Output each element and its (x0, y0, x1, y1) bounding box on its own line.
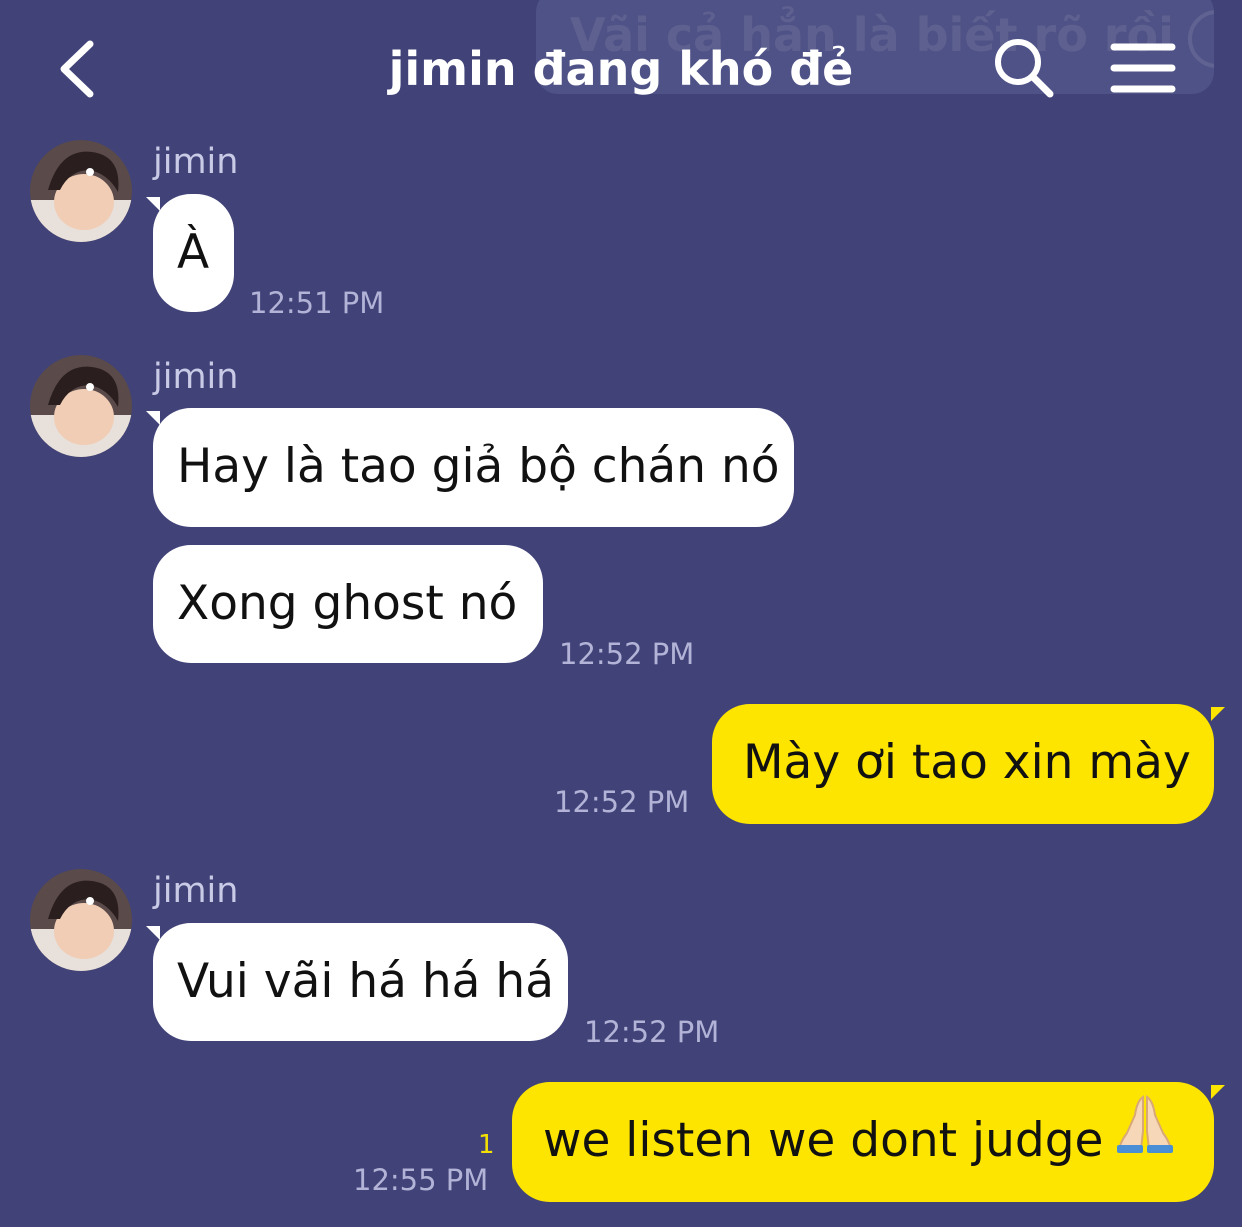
folded-hands-icon (1113, 1081, 1177, 1199)
search-button[interactable] (990, 34, 1056, 100)
message-timestamp: 12:55 PM (353, 1163, 489, 1197)
message-timestamp: 12:52 PM (584, 1015, 720, 1049)
bubble-tail (146, 197, 160, 211)
sender-name: jimin (153, 142, 239, 182)
message-bubble[interactable]: Hay là tao giả bộ chán nó (153, 408, 794, 527)
sender-name: jimin (153, 357, 239, 397)
menu-button[interactable] (1108, 38, 1178, 98)
message-timestamp: 12:51 PM (249, 286, 385, 320)
sender-name: jimin (153, 871, 239, 911)
bubble-tail (146, 411, 160, 425)
message-bubble[interactable]: Xong ghost nó (153, 545, 543, 663)
message-text: we listen we dont judge (543, 1113, 1104, 1168)
chat-screen: Vãi cả hẳn là biết rõ rồi jimin đang khó… (0, 0, 1242, 1227)
unread-count: 1 (478, 1130, 495, 1160)
bubble-tail (1211, 1085, 1225, 1099)
bubble-tail (146, 926, 160, 940)
avatar-photo (30, 140, 132, 242)
message-bubble[interactable]: À (153, 194, 234, 312)
message-timestamp: 12:52 PM (554, 785, 690, 819)
message-bubble[interactable]: Mày ơi tao xin mày (712, 704, 1214, 824)
hamburger-menu-icon (1110, 43, 1176, 93)
avatar[interactable] (30, 869, 132, 971)
avatar-photo (30, 355, 132, 457)
search-icon (995, 39, 1054, 98)
avatar-photo (30, 869, 132, 971)
message-bubble[interactable]: Vui vãi há há há (153, 923, 568, 1041)
message-bubble[interactable]: we listen we dont judge (512, 1082, 1214, 1202)
message-timestamp: 12:52 PM (559, 637, 695, 671)
avatar[interactable] (30, 140, 132, 242)
avatar[interactable] (30, 355, 132, 457)
bubble-tail (1211, 707, 1225, 721)
